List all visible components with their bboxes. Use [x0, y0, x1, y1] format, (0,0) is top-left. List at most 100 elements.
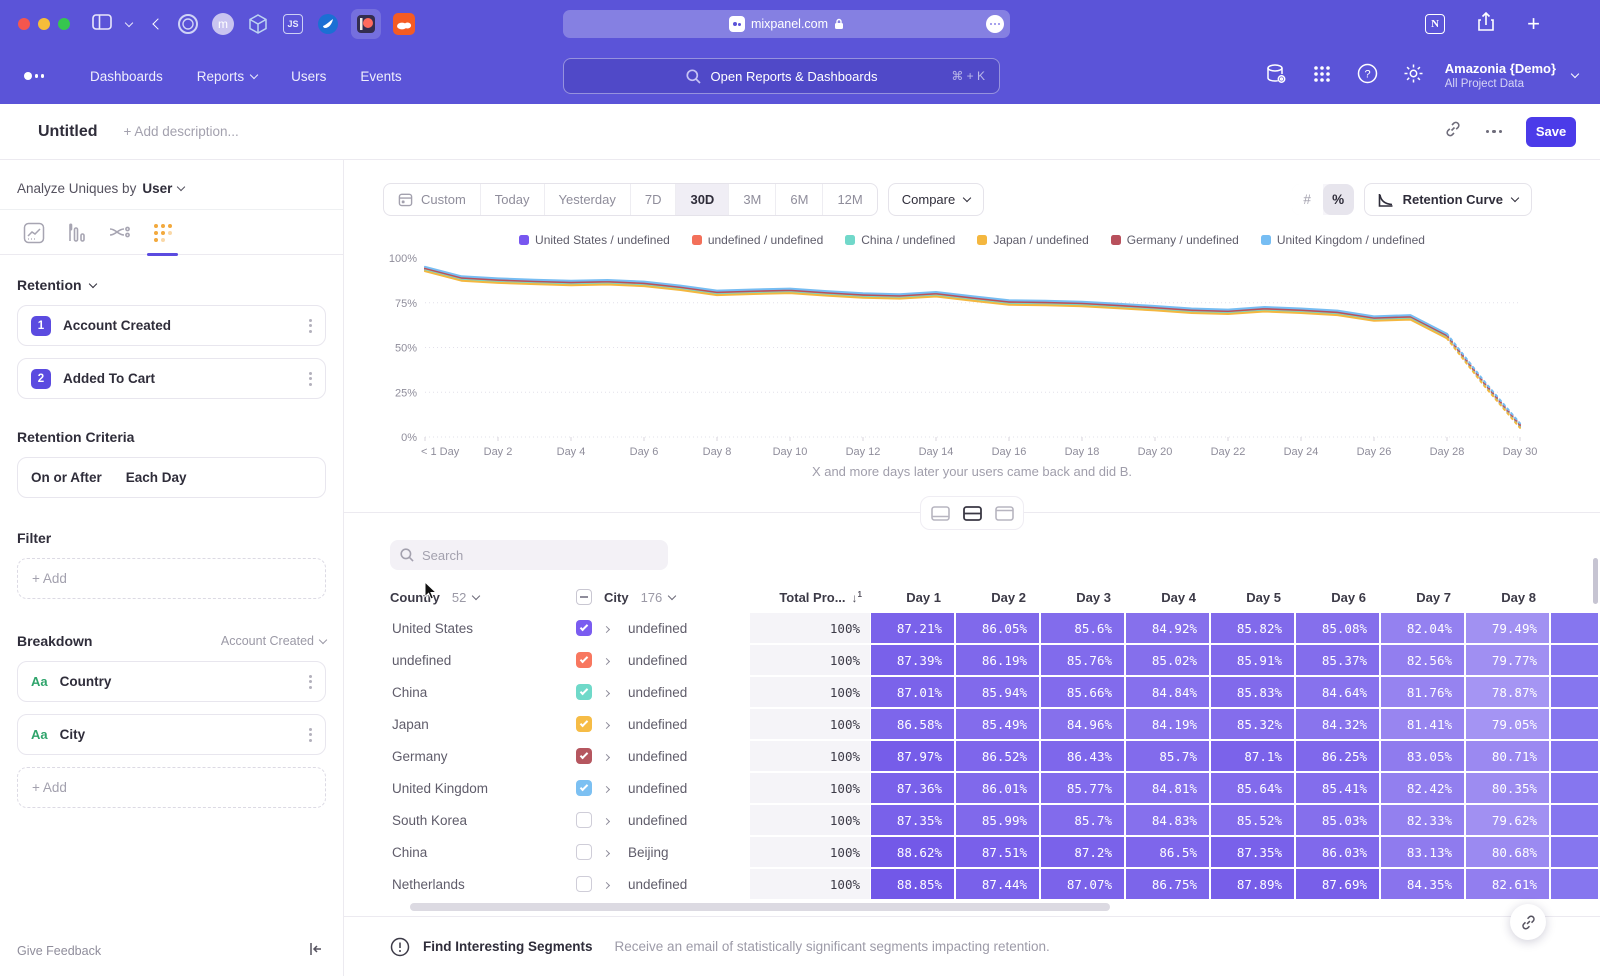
url-more-button[interactable] — [986, 15, 1004, 33]
retention-value-cell[interactable]: 87.01% — [871, 677, 954, 707]
column-header-day[interactable]: Day 3 — [1040, 590, 1125, 605]
minimize-window-button[interactable] — [38, 18, 50, 30]
add-filter-button[interactable]: + Add — [17, 558, 326, 599]
select-all-checkbox[interactable] — [576, 589, 604, 605]
retention-value-cell[interactable]: 86.52% — [956, 741, 1039, 771]
retention-value-cell[interactable]: 87.51% — [956, 837, 1039, 867]
column-header-city[interactable]: City176 — [604, 590, 750, 605]
expand-row-chevron-icon[interactable] — [604, 875, 626, 893]
legend-item[interactable]: Japan / undefined — [977, 233, 1088, 247]
global-search[interactable]: Open Reports & Dashboards ⌘ + K — [563, 58, 1000, 94]
retention-value-cell[interactable]: 82.61% — [1466, 869, 1549, 899]
retention-value-cell[interactable]: 87.69% — [1296, 869, 1379, 899]
retention-value-cell[interactable]: 79.49% — [1466, 613, 1549, 643]
retention-value-cell[interactable]: 84.84% — [1126, 677, 1209, 707]
retention-value-cell[interactable]: 80.35% — [1466, 773, 1549, 803]
expand-row-chevron-icon[interactable] — [604, 715, 626, 733]
total-percent-cell[interactable]: 100% — [750, 805, 870, 835]
column-header-day[interactable]: Day 2 — [955, 590, 1040, 605]
report-title[interactable]: Untitled — [38, 123, 98, 141]
date-range-6m[interactable]: 6M — [776, 184, 823, 215]
column-header-day[interactable]: Day 6 — [1295, 590, 1380, 605]
retention-value-cell[interactable]: 83.05% — [1381, 741, 1464, 771]
compare-button[interactable]: Compare — [888, 183, 984, 216]
legend-item[interactable]: United Kingdom / undefined — [1261, 233, 1425, 247]
tab-flows[interactable] — [99, 210, 140, 255]
close-window-button[interactable] — [18, 18, 30, 30]
retention-value-cell[interactable]: 85.83% — [1211, 677, 1294, 707]
column-header-country[interactable]: Country52 — [390, 590, 576, 605]
apps-grid-icon[interactable] — [1312, 64, 1332, 89]
date-range-today[interactable]: Today — [481, 184, 545, 215]
total-percent-cell[interactable]: 100% — [750, 613, 870, 643]
add-breakdown-button[interactable]: + Add — [17, 767, 326, 808]
expand-row-chevron-icon[interactable] — [604, 843, 626, 861]
retention-value-cell[interactable]: 84.32% — [1296, 709, 1379, 739]
retention-value-cell[interactable]: 87.21% — [871, 613, 954, 643]
new-tab-button[interactable]: + — [1527, 13, 1540, 35]
retention-value-cell[interactable]: 83.13% — [1381, 837, 1464, 867]
retention-value-cell[interactable]: 85.7% — [1041, 805, 1124, 835]
retention-value-cell[interactable]: 85.82% — [1211, 613, 1294, 643]
add-description[interactable]: + Add description... — [124, 124, 239, 139]
date-range-custom[interactable]: Custom — [384, 184, 481, 215]
retention-value-cell[interactable]: 82.04% — [1381, 613, 1464, 643]
legend-item[interactable]: United States / undefined — [519, 233, 670, 247]
share-link-fab[interactable] — [1510, 904, 1546, 940]
retention-value-cell[interactable]: 84.83% — [1126, 805, 1209, 835]
retention-value-cell[interactable]: 85.6% — [1041, 613, 1124, 643]
copy-link-icon[interactable] — [1444, 120, 1462, 143]
back-button[interactable] — [154, 15, 162, 33]
retention-value-cell[interactable]: 84.64% — [1296, 677, 1379, 707]
table-row[interactable]: Netherlandsundefined100%88.85%87.44%87.0… — [390, 868, 1598, 900]
retention-value-cell[interactable]: 85.7% — [1126, 741, 1209, 771]
retention-value-cell[interactable]: 87.39% — [871, 645, 954, 675]
retention-value-cell[interactable]: 80.68% — [1466, 837, 1549, 867]
retention-value-cell[interactable]: 86.5% — [1126, 837, 1209, 867]
row-checkbox[interactable] — [576, 748, 592, 764]
count-toggle-button[interactable]: # — [1292, 184, 1323, 215]
column-header-day[interactable]: Day 4 — [1125, 590, 1210, 605]
nav-item-events[interactable]: Events — [360, 69, 401, 84]
total-percent-cell[interactable]: 100% — [750, 677, 870, 707]
retention-value-cell[interactable]: 81.76% — [1381, 677, 1464, 707]
row-checkbox[interactable] — [576, 876, 592, 892]
table-search-input[interactable] — [422, 548, 642, 563]
expand-row-chevron-icon[interactable] — [604, 811, 626, 829]
extension-js-icon[interactable]: JS — [281, 12, 305, 36]
sidebar-toggle-icon[interactable] — [92, 14, 112, 35]
tab-funnels[interactable] — [56, 210, 97, 255]
vertical-scrollbar-thumb[interactable] — [1593, 558, 1598, 604]
tab-retention[interactable] — [142, 210, 183, 255]
retention-value-cell[interactable]: 86.25% — [1296, 741, 1379, 771]
extension-ring-icon[interactable] — [176, 12, 200, 36]
total-percent-cell[interactable]: 100% — [750, 837, 870, 867]
more-options-button[interactable] — [1486, 130, 1503, 134]
retention-value-cell[interactable]: 87.2% — [1041, 837, 1124, 867]
retention-section-label[interactable]: Retention — [17, 277, 82, 293]
retention-value-cell[interactable]: 87.35% — [871, 805, 954, 835]
retention-value-cell[interactable]: 85.37% — [1296, 645, 1379, 675]
date-range-7d[interactable]: 7D — [631, 184, 677, 215]
table-row[interactable]: Chinaundefined100%87.01%85.94%85.66%84.8… — [390, 676, 1598, 708]
retention-value-cell[interactable]: 85.91% — [1211, 645, 1294, 675]
table-row[interactable]: Germanyundefined100%87.97%86.52%86.43%85… — [390, 740, 1598, 772]
retention-value-cell[interactable]: 82.56% — [1381, 645, 1464, 675]
retention-value-cell[interactable]: 85.03% — [1296, 805, 1379, 835]
analyze-uniques-value[interactable]: User — [142, 181, 172, 196]
project-switcher[interactable]: Amazonia {Demo} All Project Data — [1445, 61, 1556, 92]
retention-value-cell[interactable]: 78.87% — [1466, 677, 1549, 707]
tab-overview-chevron-icon[interactable] — [125, 18, 133, 26]
url-bar[interactable]: mixpanel.com — [563, 10, 1010, 38]
retention-value-cell[interactable]: 87.35% — [1211, 837, 1294, 867]
date-range-3m[interactable]: 3M — [729, 184, 776, 215]
row-checkbox[interactable] — [576, 652, 592, 668]
retention-value-cell[interactable]: 86.75% — [1126, 869, 1209, 899]
mixpanel-logo[interactable] — [24, 72, 44, 80]
retention-value-cell[interactable]: 79.77% — [1466, 645, 1549, 675]
expand-row-chevron-icon[interactable] — [604, 747, 626, 765]
give-feedback-link[interactable]: Give Feedback — [17, 944, 101, 958]
retention-value-cell[interactable]: 84.92% — [1126, 613, 1209, 643]
nav-item-reports[interactable]: Reports — [197, 69, 257, 84]
column-header-total-sorted[interactable]: Total Pro...↓1 — [750, 590, 870, 605]
